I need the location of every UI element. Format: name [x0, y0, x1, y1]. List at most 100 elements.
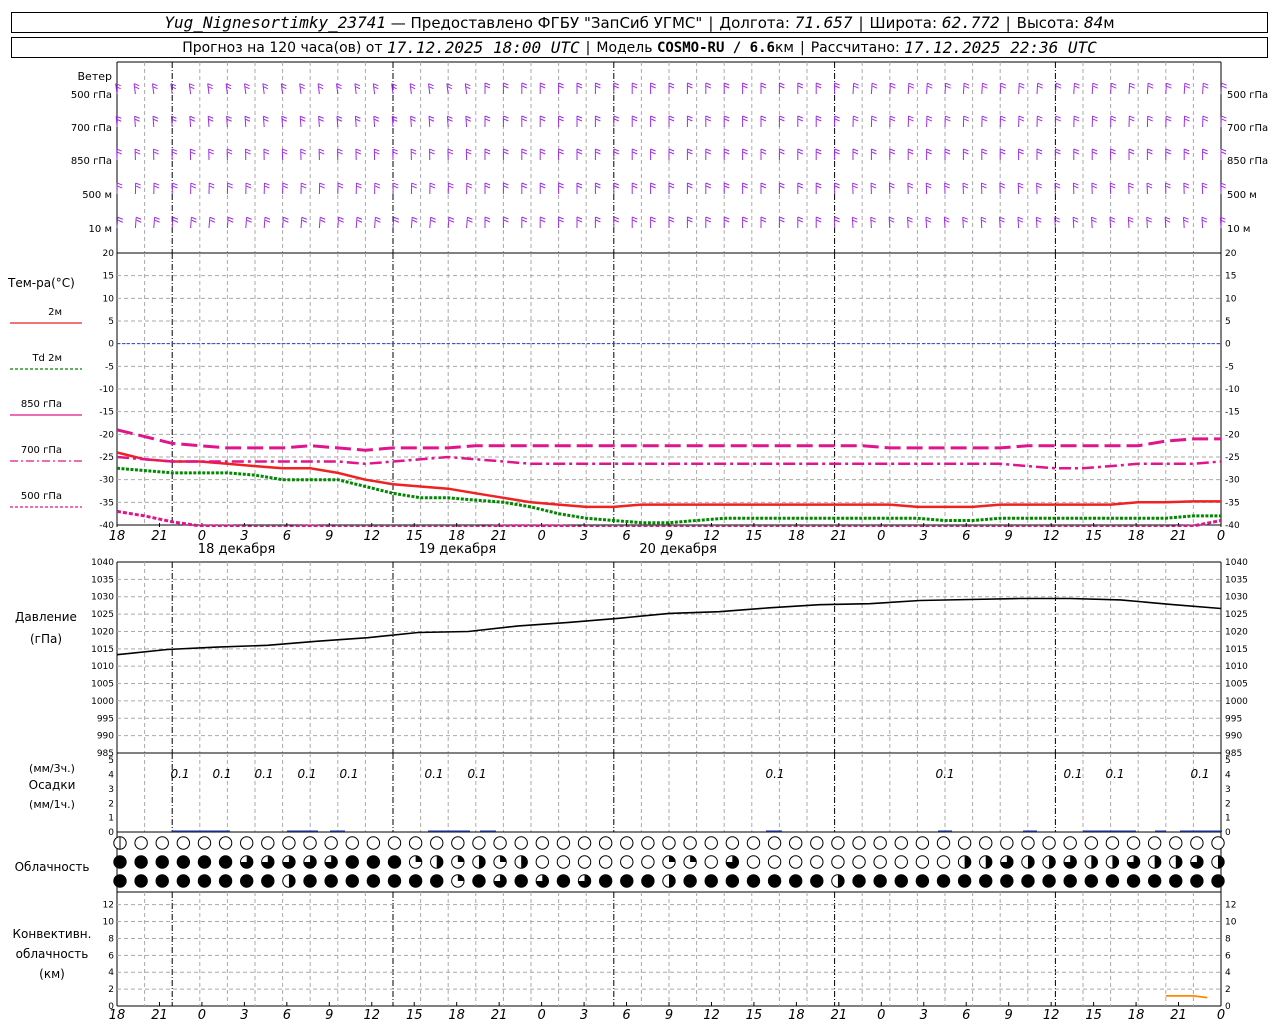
cloud-mid — [535, 855, 550, 869]
cloud-circle — [788, 855, 803, 869]
wind-barb-feather — [853, 85, 859, 89]
wind-barb — [484, 82, 491, 94]
wind-barb-feather — [852, 216, 858, 220]
wind-barb — [318, 216, 326, 229]
cloud-high — [1000, 836, 1014, 850]
wind-barb-staff — [962, 83, 965, 95]
y-tick-label-right: 0 — [1225, 828, 1231, 838]
cloud-high — [767, 836, 782, 850]
wind-barb — [944, 115, 951, 128]
wind-barb-feather — [394, 219, 400, 223]
wind-barb-feather — [375, 185, 381, 189]
wind-barb-feather — [742, 182, 748, 186]
time-tick-label: 0 — [1217, 1008, 1225, 1023]
cloud-low — [514, 874, 528, 888]
wind-barb — [1036, 148, 1043, 160]
cloud-fill — [1211, 874, 1225, 888]
wind-barb-staff — [870, 83, 873, 95]
wind-barb-staff — [1164, 217, 1167, 229]
cloud-low — [577, 874, 592, 888]
wind-barb-feather — [944, 219, 950, 223]
wind-barb — [1128, 148, 1135, 160]
cloud-mid — [873, 855, 887, 869]
wind-barb — [723, 82, 730, 94]
y-tick-label-right: 1005 — [1225, 680, 1248, 690]
wind-barb-feather — [1018, 219, 1024, 223]
wind-barb-feather — [484, 115, 491, 119]
cloud-high — [408, 836, 423, 850]
wind-barb — [613, 82, 620, 94]
wind-barb — [834, 148, 840, 160]
wind-barb-feather — [373, 83, 379, 87]
wind-barb-feather — [317, 83, 324, 87]
wind-barb-feather — [779, 82, 785, 86]
cloud-low — [113, 874, 127, 888]
cloud-circle — [746, 836, 761, 850]
wind-barb — [1017, 182, 1024, 195]
wind-barb-feather — [650, 182, 656, 186]
cloud-circle — [598, 855, 613, 869]
wind-barb — [1220, 82, 1227, 95]
wind-barb-feather — [1000, 151, 1006, 155]
precip-bar — [1180, 830, 1222, 832]
wind-barb — [1110, 148, 1116, 160]
wind-barb-feather — [1036, 182, 1042, 186]
cloud-circle — [704, 855, 718, 869]
wind-barb-feather — [1147, 148, 1153, 152]
cloud-high — [1211, 836, 1225, 850]
y-tick-label: 1005 — [91, 680, 114, 690]
cloud-low — [430, 874, 444, 888]
cloud-low — [1211, 874, 1225, 888]
cloud-fill — [409, 874, 422, 888]
cloud-high — [472, 836, 486, 850]
wind-barb-feather — [834, 85, 840, 89]
wind-barb-feather — [650, 151, 656, 155]
cloud-fill — [198, 874, 211, 888]
cloud-mid — [1000, 855, 1014, 869]
precip-bar — [330, 830, 345, 832]
wind-barb-feather — [558, 216, 564, 220]
y-tick-label-right: 5 — [1225, 317, 1231, 327]
wind-barb-feather — [1018, 185, 1024, 189]
wind-barb-feather — [1184, 185, 1190, 189]
wind-barb-feather — [225, 83, 232, 87]
cloud-low — [1126, 874, 1141, 888]
wind-barb — [907, 115, 914, 128]
wind-barb — [1165, 115, 1172, 128]
cloud-low — [366, 874, 381, 888]
cloud-low — [1042, 874, 1056, 888]
wind-barb-feather — [687, 182, 693, 186]
cloud-mid — [979, 855, 993, 869]
cloud-low — [218, 874, 233, 888]
cloud-mid — [261, 855, 275, 869]
wind-barb — [870, 216, 876, 229]
cloud-low — [725, 874, 740, 888]
wind-barb-feather — [871, 148, 877, 152]
wind-barb-feather — [208, 118, 214, 122]
wind-barb — [1146, 182, 1153, 195]
wind-barb — [870, 82, 878, 95]
wind-barb-feather — [136, 216, 142, 220]
cloud-low — [176, 874, 191, 888]
cloud-circle — [1211, 836, 1225, 850]
wind-barb-feather — [299, 83, 305, 87]
wind-barb-feather — [540, 151, 546, 155]
cloud-mid — [155, 855, 169, 869]
wind-barb-feather — [1184, 148, 1190, 152]
wind-barb — [594, 216, 601, 228]
cloud-high — [577, 836, 592, 850]
wind-barb-feather — [908, 185, 914, 189]
cloud-mid — [134, 855, 148, 869]
wind-barb-feather — [1185, 85, 1191, 89]
wind-barb-feather — [853, 151, 859, 155]
wind-barb-feather — [595, 82, 601, 86]
day-label: 20 декабря — [639, 542, 717, 557]
wind-barb-feather — [467, 185, 473, 189]
wind-barb — [925, 216, 932, 229]
wind-barb-feather — [154, 185, 160, 189]
wind-barb-staff — [208, 217, 211, 229]
cloud-circle — [155, 836, 169, 850]
cloud-fill — [472, 874, 486, 888]
wind-barb — [502, 216, 509, 228]
wind-barb-feather — [191, 219, 197, 223]
